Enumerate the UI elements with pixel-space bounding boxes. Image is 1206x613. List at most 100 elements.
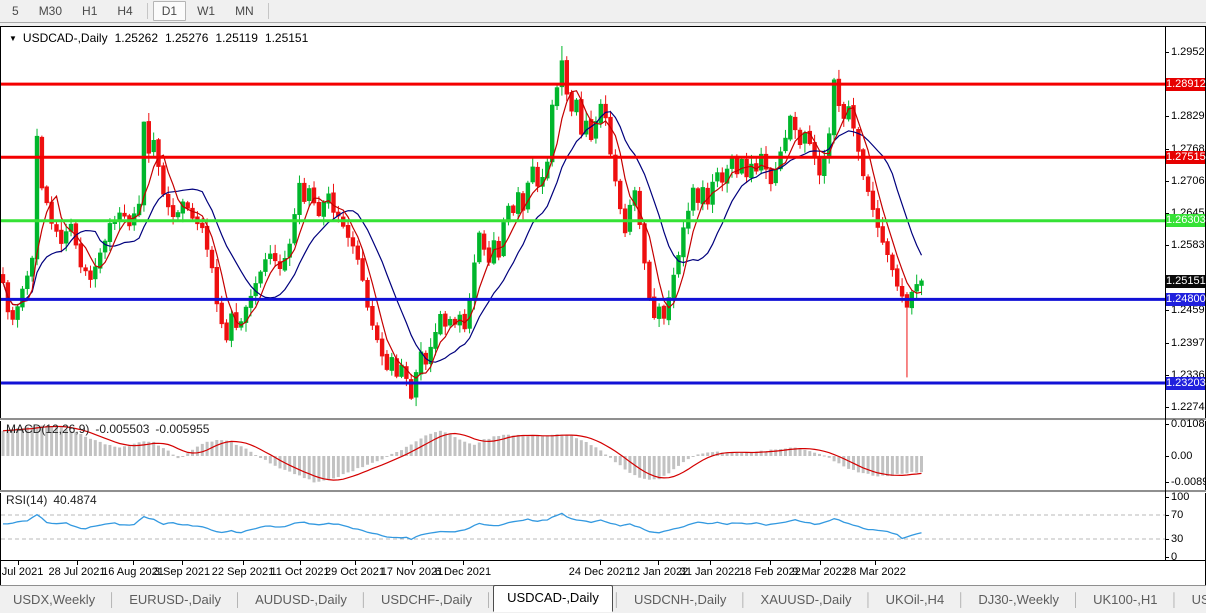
tab-separator: │ [108, 592, 117, 607]
chart-tab-dj30[interactable]: DJ30-,Weekly [965, 589, 1072, 610]
tab-separator: │ [1170, 592, 1179, 607]
tab-separator: │ [957, 592, 966, 607]
axis-tick [1165, 539, 1169, 540]
axis-tick [1165, 116, 1169, 117]
date-label: 24 Dec 2021 [568, 566, 632, 578]
timeframe-toolbar: 5 M30 H1 H4 D1 W1 MN [0, 0, 1206, 23]
tab-separator: │ [233, 592, 243, 607]
rsi-value: 40.4874 [53, 493, 97, 507]
date-label: 6 Dec 2021 [434, 566, 492, 578]
axis-tick [1165, 181, 1169, 182]
price-tag-1.23203: 1.23203 [1166, 377, 1206, 390]
mt4-application: 5 M30 H1 H4 D1 W1 MN ▼ USDCAD-,Daily 1.25262 1.25… [0, 0, 1206, 613]
indicator-axis-label: -0.008974 [1171, 476, 1206, 488]
date-label: 28 Mar 2022 [844, 566, 906, 578]
date-tick [355, 561, 356, 565]
price-axis-label: 1.23975 [1171, 337, 1206, 349]
price-chart-canvas[interactable] [1, 26, 1165, 418]
price-tag-1.26303: 1.26303 [1166, 214, 1206, 227]
rsi-indicator-canvas[interactable] [1, 490, 1165, 560]
date-tick [300, 561, 301, 565]
chart-tab-usdcnh[interactable]: USDCNH-,Daily [621, 589, 739, 610]
tab-separator: │ [1072, 592, 1081, 607]
macd-label: MACD(12,26,9) -0.005503 -0.005955 [6, 422, 215, 436]
axis-tick [1165, 375, 1169, 376]
timeframe-button-h4[interactable]: H4 [108, 1, 141, 21]
chart-tab-xauusd[interactable]: XAUUSD-,Daily [748, 589, 865, 610]
timeframe-button-mn[interactable]: MN [226, 1, 263, 21]
rsi-label: RSI(14) 40.4874 [6, 493, 103, 507]
chart-tab-audusd[interactable]: AUDUSD-,Daily [242, 589, 360, 610]
indicator-axis-label: 0.010869 [1171, 418, 1206, 430]
axis-tick [1165, 515, 1169, 516]
date-label: 31 Jan 2022 [679, 566, 741, 578]
price-tag-1.24800: 1.24800 [1166, 293, 1206, 306]
date-label: 29 Oct 2021 [325, 566, 385, 578]
indicator-axis-label: 100 [1171, 491, 1190, 503]
candlesticks-layer [1, 46, 924, 407]
indicator-axis-label: 0 [1171, 551, 1178, 563]
date-tick [875, 561, 876, 565]
date-tick [77, 561, 78, 565]
date-label: 17 Nov 2021 [380, 566, 444, 578]
axis-tick [1165, 343, 1169, 344]
price-axis-label: 1.27065 [1171, 175, 1206, 187]
date-tick [770, 561, 771, 565]
indicator-axis-label: 70 [1171, 509, 1184, 521]
date-tick [412, 561, 413, 565]
toolbar-separator [146, 3, 148, 19]
date-tick [182, 561, 183, 565]
price-tag-1.28912: 1.28912 [1166, 78, 1206, 91]
toolbar-separator [267, 3, 269, 19]
rsi-line [2, 512, 922, 541]
date-tick [133, 561, 134, 565]
tab-separator: │ [612, 592, 621, 607]
chart-tab-uk100[interactable]: UK100-,H1 [1080, 589, 1170, 610]
chart-tab-ukoil[interactable]: UKOil-,H4 [873, 589, 958, 610]
date-tick [600, 561, 601, 565]
chart-tab-usdchf[interactable]: USDCHF-,Daily [368, 589, 485, 610]
date-label: 11 Oct 2021 [270, 566, 330, 578]
date-label: 22 Sep 2021 [211, 566, 275, 578]
chart-tab-usdx[interactable]: USDX,Weekly [0, 589, 108, 610]
tab-separator: │ [864, 592, 873, 607]
timeframe-button-w1[interactable]: W1 [188, 1, 224, 21]
axis-tick [1165, 424, 1169, 425]
chart-tab-bar: USDX,Weekly │ EURUSD-,Daily │ AUDUSD-,Daily │… [0, 585, 1206, 613]
date-tick [658, 561, 659, 565]
date-axis-line [0, 560, 1206, 561]
rsi-name: RSI(14) [6, 493, 48, 507]
tab-separator: │ [484, 592, 494, 607]
chart-tab-usdcad[interactable]: USDCAD-,Daily [493, 585, 613, 612]
date-tick [243, 561, 244, 565]
macd-signal-value: -0.005955 [155, 422, 210, 436]
axis-tick [1165, 557, 1169, 558]
timeframe-button-m30[interactable]: M30 [30, 1, 71, 21]
price-axis-label: 1.22745 [1171, 401, 1206, 413]
timeframe-button-h1[interactable]: H1 [73, 1, 106, 21]
price-tag-1.25151: 1.25151 [1166, 275, 1206, 288]
price-axis-label: 1.25835 [1171, 239, 1206, 251]
indicator-axis-label: 30 [1171, 533, 1184, 545]
axis-tick [1165, 310, 1169, 311]
axis-tick [1165, 456, 1169, 457]
axis-tick [1165, 497, 1169, 498]
axis-tick [1165, 245, 1169, 246]
chart-tab-eurusd[interactable]: EURUSD-,Daily [116, 589, 234, 610]
macd-name: MACD(12,26,9) [6, 422, 90, 436]
date-tick [710, 561, 711, 565]
price-axis-label: 1.29525 [1171, 46, 1206, 58]
date-tick [18, 561, 19, 565]
axis-tick [1165, 149, 1169, 150]
date-label: 28 Jul 2021 [48, 566, 106, 578]
date-label: 9 Mar 2022 [792, 566, 848, 578]
macd-main-value: -0.005503 [95, 422, 150, 436]
timeframe-button-5[interactable]: 5 [3, 1, 28, 21]
axis-tick [1165, 482, 1169, 483]
date-tick [820, 561, 821, 565]
price-tag-1.27515: 1.27515 [1166, 151, 1206, 164]
chart-tab-usoil[interactable]: USOil-,H1 [1179, 589, 1206, 610]
price-axis-label: 1.28295 [1171, 110, 1206, 122]
indicator-axis-label: 0.00 [1171, 450, 1193, 462]
timeframe-button-d1[interactable]: D1 [152, 1, 187, 21]
